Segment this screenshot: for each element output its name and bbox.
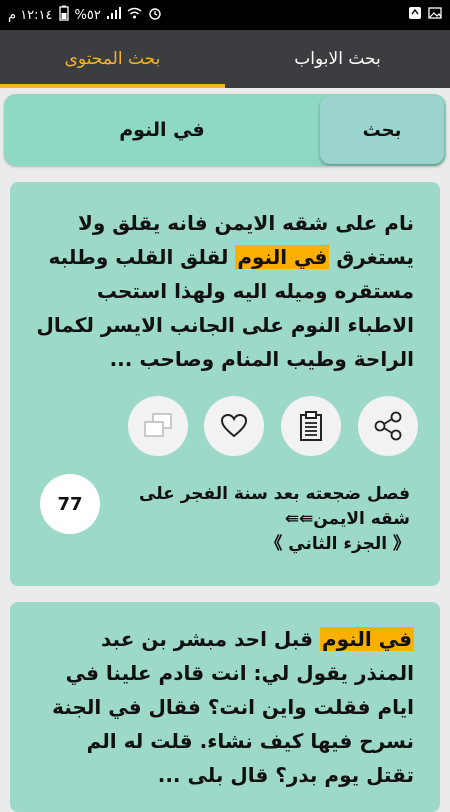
heart-icon[interactable]	[204, 396, 264, 456]
status-right	[408, 6, 442, 24]
search-highlight: في النوم	[235, 245, 330, 269]
result-source-part: 《 الجزء الثاني 》	[265, 534, 410, 554]
search-input[interactable]: في النوم	[4, 94, 320, 166]
result-actions	[128, 396, 418, 456]
result-card: نام على شقه الايمن فانه يقلق ولا يستغرق …	[10, 182, 440, 586]
battery-percent: %٥٢	[74, 7, 101, 23]
signal-icon	[106, 7, 121, 23]
tab-bar: بحث المحتوى بحث الابواب	[0, 30, 450, 88]
search-highlight: في النوم	[319, 627, 414, 651]
status-bar: ١٢:١٤ م %٥٢	[0, 0, 450, 30]
result-text-after: قبل احد مبشر بن عبد المنذر يقول لي: انت …	[52, 627, 414, 787]
tab-content-search[interactable]: بحث المحتوى	[0, 30, 225, 88]
share-icon[interactable]	[358, 396, 418, 456]
search-button[interactable]: بحث	[320, 96, 444, 164]
battery-icon	[58, 5, 69, 25]
time-text: ١٢:١٤ م	[8, 7, 53, 23]
image-notification-icon	[428, 6, 442, 24]
search-bar: في النوم بحث	[4, 94, 446, 166]
wifi-icon	[127, 7, 142, 23]
result-source: فصل ضجعته بعد سنة الفجر على شقه الايمن⇚⇚…	[110, 482, 410, 557]
clipboard-icon[interactable]	[281, 396, 341, 456]
tab-chapters-search[interactable]: بحث الابواب	[225, 30, 450, 88]
usb-notification-icon	[408, 6, 422, 24]
alarm-icon	[148, 6, 162, 24]
result-text[interactable]: في النوم قبل احد مبشر بن عبد المنذر يقول…	[10, 602, 440, 792]
result-card: في النوم قبل احد مبشر بن عبد المنذر يقول…	[10, 602, 440, 812]
status-left: ١٢:١٤ م %٥٢	[8, 5, 162, 25]
page-count-badge: 77	[40, 474, 100, 534]
result-source-chapter: فصل ضجعته بعد سنة الفجر على شقه الايمن⇚⇚	[139, 484, 410, 529]
result-text[interactable]: نام على شقه الايمن فانه يقلق ولا يستغرق …	[10, 182, 440, 376]
copy-icon[interactable]	[128, 396, 188, 456]
